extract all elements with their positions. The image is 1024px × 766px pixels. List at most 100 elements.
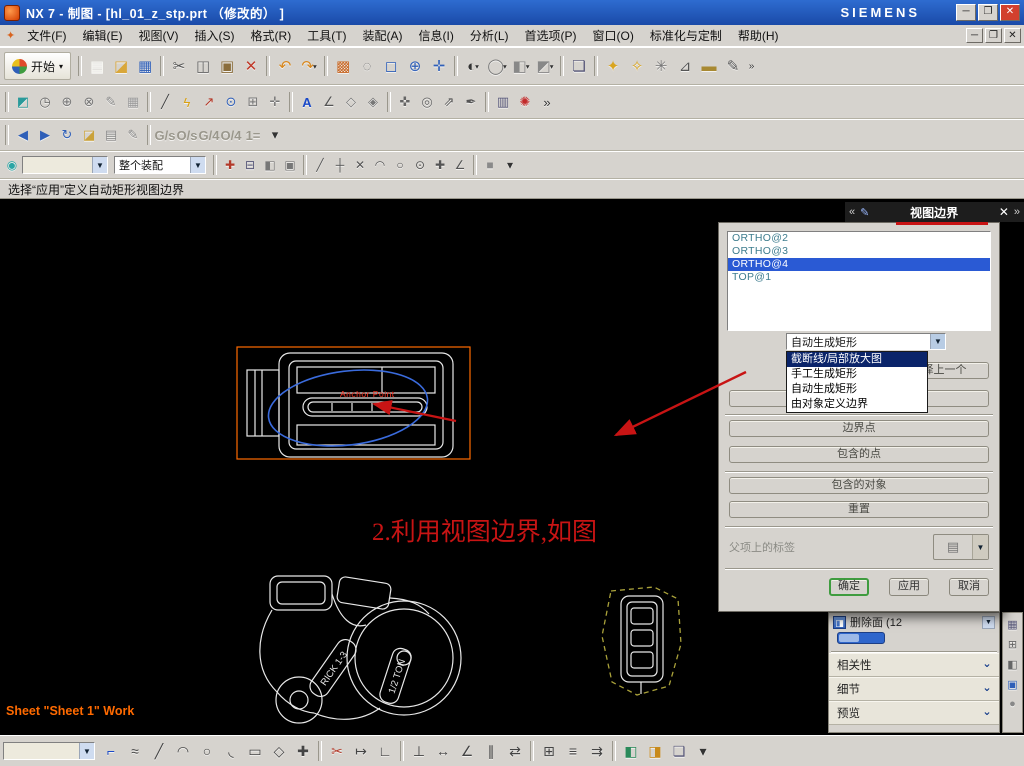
line-button[interactable]: ╱ xyxy=(147,739,171,763)
solid-filter-button[interactable]: ◧ xyxy=(260,155,280,175)
face-filter-button[interactable]: ▣ xyxy=(280,155,300,175)
boundary-type-option[interactable]: 手工生成矩形 xyxy=(787,367,927,382)
mini-panel-3-button[interactable]: ◧ xyxy=(1005,656,1021,672)
boundary-point-button[interactable]: 边界点 xyxy=(729,420,989,437)
dialog-close-icon[interactable]: ✕ xyxy=(999,205,1009,219)
flash-button[interactable]: ϟ xyxy=(176,91,198,113)
parallel-dim-button[interactable]: ∥ xyxy=(479,739,503,763)
iso-view-button[interactable]: ◩ ▾ xyxy=(533,54,557,78)
chevron-down-icon[interactable]: ⌄ xyxy=(979,705,995,721)
section-preview[interactable]: 预览 ⌄ xyxy=(829,701,999,725)
sketch-pin-button[interactable]: ❏ xyxy=(667,739,691,763)
grid-snap-button[interactable]: G/s xyxy=(154,124,176,146)
toolbar-overflow[interactable]: » xyxy=(745,54,758,78)
custom-wheel-button[interactable]: ✺ xyxy=(514,91,536,113)
edit-annotation-button[interactable]: ✒ xyxy=(460,91,482,113)
zoom-window-button[interactable]: ◻ xyxy=(379,54,403,78)
dimension-button[interactable]: ↔ xyxy=(431,739,455,763)
dropdown-arrow-icon[interactable]: ▾ xyxy=(503,62,507,71)
side-view-geometry[interactable] xyxy=(620,595,664,694)
wireframe-view-button[interactable]: ◯ ▾ xyxy=(485,54,509,78)
table-button[interactable]: ▥ xyxy=(492,91,514,113)
mdi-restore-button[interactable]: ❐ xyxy=(985,28,1002,43)
nx-app-icon[interactable] xyxy=(4,4,20,21)
dropdown-arrow-icon[interactable]: ▾ xyxy=(475,62,479,71)
screenshot-button[interactable]: ▩ xyxy=(331,54,355,78)
remove-filter-button[interactable]: ⊟ xyxy=(240,155,260,175)
menu-item[interactable]: 标准化与定制 xyxy=(642,24,730,47)
menu-item[interactable]: 格式(R) xyxy=(243,24,300,47)
toolbar-overflow[interactable]: » xyxy=(536,91,558,113)
spline-button[interactable]: ≈ xyxy=(123,739,147,763)
section-details[interactable]: 细节 ⌄ xyxy=(829,677,999,701)
parent-label-dropdown[interactable]: ▤ ▼ xyxy=(933,534,989,560)
quick-extend-button[interactable]: ↦ xyxy=(349,739,373,763)
copy-button[interactable]: ◫ xyxy=(191,54,215,78)
chevron-down-icon[interactable]: ▼ xyxy=(982,615,995,629)
balloon-button[interactable]: ◈ xyxy=(362,91,384,113)
minimize-button[interactable]: ─ xyxy=(956,4,976,21)
constraints-button[interactable]: ⊥ xyxy=(407,739,431,763)
save-button[interactable]: ▦ xyxy=(133,54,157,78)
offset-curve-button[interactable]: ≡ xyxy=(561,739,585,763)
key-2-button[interactable]: ✧ xyxy=(625,54,649,78)
assembly-scope-combobox[interactable]: 整个装配 ▼ xyxy=(114,156,206,174)
add-filter-button[interactable]: ✚ xyxy=(220,155,240,175)
view-list-item[interactable]: TOP@1 xyxy=(728,271,990,284)
make-corner-button[interactable]: ∟ xyxy=(373,739,397,763)
edit-sketch-button[interactable]: ✎ xyxy=(100,91,122,113)
polygon-button[interactable]: ◇ xyxy=(267,739,291,763)
menu-item[interactable]: 装配(A) xyxy=(355,24,411,47)
maximize-button[interactable]: ❐ xyxy=(978,4,998,21)
cut-button[interactable]: ✂ xyxy=(167,54,191,78)
apply-button[interactable]: 应用 xyxy=(889,578,930,596)
boundary-type-option[interactable]: 由对象定义边界 xyxy=(787,397,927,412)
cancel-button[interactable]: 取消 xyxy=(949,578,989,596)
note-button[interactable]: ▤ xyxy=(100,124,122,146)
toolbar-overflow[interactable]: ▾ xyxy=(264,124,286,146)
menu-item[interactable]: 帮助(H) xyxy=(730,24,787,47)
line-tool-button[interactable]: ╱ xyxy=(154,91,176,113)
grid-4-button[interactable]: G/4 xyxy=(198,124,220,146)
toolbar-overflow[interactable]: ▾ xyxy=(500,155,520,175)
boundary-type-option[interactable]: 截断线/局部放大图 xyxy=(787,352,927,367)
view-list-item[interactable]: ORTHO@4 xyxy=(728,258,990,271)
prev-sheet-button[interactable]: ◀ xyxy=(12,124,34,146)
chevron-down-icon[interactable]: ▼ xyxy=(79,743,94,759)
rectangle-button[interactable]: ▭ xyxy=(243,739,267,763)
zoom-target-button[interactable]: ⊙ xyxy=(220,91,242,113)
point-button[interactable]: ✚ xyxy=(291,739,315,763)
chevron-down-icon[interactable]: ▼ xyxy=(930,334,945,349)
angle-dimension-button[interactable]: ∠ xyxy=(318,91,340,113)
boundary-type-combobox[interactable]: 自动生成矩形 ▼ xyxy=(786,333,946,350)
view-list[interactable]: ORTHO@2 ORTHO@3 ORTHO@4 TOP@1 xyxy=(727,231,991,331)
drawing-folder-button[interactable]: ◪ xyxy=(78,124,100,146)
view-list-item[interactable]: ORTHO@3 xyxy=(728,245,990,258)
menu-item[interactable]: 编辑(E) xyxy=(75,24,131,47)
menu-item[interactable]: 信息(I) xyxy=(411,24,462,47)
include-object-button[interactable]: 包含的对象 xyxy=(729,477,989,494)
sketch-name-combobox[interactable]: ▼ xyxy=(3,742,95,760)
snap-intersection-button[interactable]: ✕ xyxy=(350,155,370,175)
feature-row[interactable]: ◨ 删除面 (12 ▼ xyxy=(829,613,999,630)
update-views-button[interactable]: ↻ xyxy=(56,124,78,146)
dialog-prev-icon[interactable]: « xyxy=(849,206,855,218)
key-1-button[interactable]: ✦ xyxy=(601,54,625,78)
mini-panel-2-button[interactable]: ⊞ xyxy=(1005,636,1021,652)
annotate-button[interactable]: ✎ xyxy=(721,54,745,78)
grid-plus-button[interactable]: ⊞ xyxy=(242,91,264,113)
snap-angle-button[interactable]: ∠ xyxy=(450,155,470,175)
mini-panel-4-button[interactable]: ▣ xyxy=(1005,676,1021,692)
paste-button[interactable]: ▣ xyxy=(215,54,239,78)
fillet-button[interactable]: ◟ xyxy=(219,739,243,763)
angle-dim-button[interactable]: ∠ xyxy=(455,739,479,763)
chevron-down-icon[interactable]: ⌄ xyxy=(979,681,995,697)
delete-button[interactable]: ✕ xyxy=(239,54,263,78)
object-snap-button[interactable]: O/s xyxy=(176,124,198,146)
undo-button[interactable]: ↶ xyxy=(273,54,297,78)
selection-ball-icon[interactable]: ◉ xyxy=(2,155,22,175)
object-4-button[interactable]: O/4 xyxy=(220,124,242,146)
manual-view-boundary[interactable] xyxy=(601,586,682,696)
orient-view-button[interactable]: ◧ ▾ xyxy=(509,54,533,78)
tools-button[interactable]: ✳ xyxy=(649,54,673,78)
